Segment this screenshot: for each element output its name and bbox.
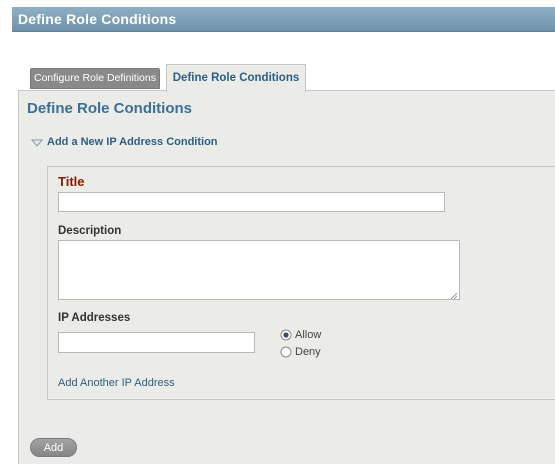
description-label: Description	[58, 225, 122, 237]
add-button[interactable]: Add	[30, 438, 77, 457]
radio-allow[interactable]: Allow	[280, 329, 321, 341]
radio-deny[interactable]: Deny	[280, 346, 321, 358]
page-title: Define Role Conditions	[18, 11, 177, 27]
add-ip-condition-toggle[interactable]: Add a New IP Address Condition	[30, 136, 218, 148]
title-label: Title	[58, 174, 85, 189]
radio-checked-icon[interactable]	[280, 329, 292, 341]
tab-define-role-conditions[interactable]: Define Role Conditions	[166, 64, 306, 92]
page-header: Define Role Conditions	[12, 7, 555, 32]
resize-grip-icon[interactable]	[450, 290, 458, 300]
panel-title: Define Role Conditions	[27, 100, 192, 117]
add-another-ip-link[interactable]: Add Another IP Address	[58, 377, 175, 389]
radio-unchecked-icon[interactable]	[280, 346, 292, 358]
radio-allow-label: Allow	[295, 329, 322, 341]
title-input[interactable]	[58, 192, 445, 212]
ip-condition-form: Title Description IP Addresses Allow Den…	[47, 166, 555, 400]
ip-addresses-label: IP Addresses	[58, 312, 131, 324]
ip-address-input[interactable]	[58, 332, 255, 353]
description-textarea[interactable]	[58, 240, 460, 300]
triangle-down-icon	[30, 137, 44, 147]
main-panel: Define Role Conditions Add a New IP Addr…	[18, 90, 555, 464]
tab-configure-role-definitions[interactable]: Configure Role Definitions	[30, 68, 160, 89]
section-label: Add a New IP Address Condition	[47, 136, 218, 148]
radio-deny-label: Deny	[295, 346, 321, 358]
